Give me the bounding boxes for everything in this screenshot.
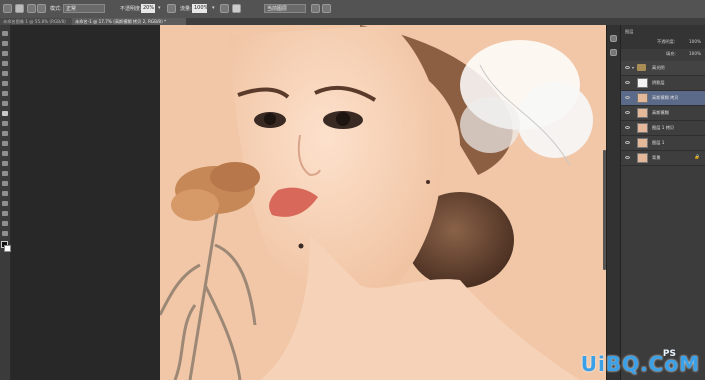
history-panel-icon[interactable]	[610, 35, 617, 42]
brush-tool-icon[interactable]	[2, 101, 8, 106]
path-select-tool-icon[interactable]	[2, 191, 8, 196]
gradient-tool-icon[interactable]	[2, 141, 8, 146]
opacity-chevron-icon[interactable]: ▾	[158, 4, 163, 13]
crop-tool-icon[interactable]	[2, 71, 8, 76]
layer-thumbnail	[637, 93, 648, 103]
mode-label: 模式:	[50, 6, 62, 12]
layer-opacity-label: 不透明度:	[657, 39, 676, 44]
healing-brush-tool-icon[interactable]	[2, 91, 8, 96]
visibility-eye-icon[interactable]	[625, 81, 630, 84]
layer-fill-label: 填充:	[666, 51, 676, 56]
brush-panel-icon[interactable]	[27, 4, 36, 13]
folder-icon	[637, 64, 646, 71]
visibility-eye-icon[interactable]	[625, 126, 630, 129]
shape-tool-icon[interactable]	[2, 201, 8, 206]
visibility-eye-icon[interactable]	[625, 141, 630, 144]
dodge-tool-icon[interactable]	[2, 161, 8, 166]
tab-document-1[interactable]: 未命名图像 1 @ 55.8% (RGB/8)	[0, 18, 76, 25]
layer-row-group[interactable]: ▾ 高光阴	[621, 61, 705, 76]
clone-stamp-tool-icon[interactable]	[2, 111, 8, 116]
type-tool-icon[interactable]	[2, 181, 8, 186]
visibility-eye-icon[interactable]	[625, 156, 630, 159]
blur-tool-icon[interactable]	[2, 151, 8, 156]
flow-label: 流量:	[180, 6, 192, 12]
brush-preset-icon[interactable]	[3, 4, 12, 13]
watermark-site-text: UiBQ.CoM	[580, 352, 700, 376]
layer-name: 背景	[652, 155, 661, 160]
pressure-size-icon[interactable]	[322, 4, 331, 13]
eyedropper-tool-icon[interactable]	[2, 81, 8, 86]
layer-row[interactable]: 图层 1 拷贝	[621, 121, 705, 136]
layer-thumbnail	[637, 123, 648, 133]
zoom-tool-icon[interactable]	[2, 221, 8, 226]
layer-thumbnail	[637, 153, 648, 163]
mode-select[interactable]: 正常	[63, 4, 105, 13]
brush-size-icon[interactable]	[15, 4, 24, 13]
lock-icon: 🔒	[694, 155, 700, 160]
history-brush-tool-icon[interactable]	[2, 121, 8, 126]
layer-opacity-value[interactable]: 100%	[689, 39, 701, 44]
layer-fill-value[interactable]: 100%	[689, 51, 701, 56]
layer-thumbnail	[637, 78, 648, 88]
marquee-tool-icon[interactable]	[2, 41, 8, 46]
layers-panel: 图层 不透明度: 100% 填充: 100% ▾ 高光阴 阴影层 高斯模糊 拷贝…	[620, 25, 705, 380]
lasso-tool-icon[interactable]	[2, 51, 8, 56]
site-watermark: PS UiBQ.CoM	[581, 340, 705, 380]
more-tools-icon[interactable]	[2, 231, 8, 236]
panel-icon-strip	[606, 25, 621, 380]
properties-panel-icon[interactable]	[610, 49, 617, 56]
opacity-field[interactable]: 20%	[141, 4, 155, 13]
tab-document-2[interactable]: 未命名-1 @ 17.7% (高斯模糊 拷贝 2, RGB/8) *	[72, 18, 186, 25]
opacity-label: 不透明度:	[120, 6, 142, 12]
layer-row-selected[interactable]: 高斯模糊 拷贝	[621, 91, 705, 106]
visibility-eye-icon[interactable]	[625, 96, 630, 99]
layer-thumbnail	[637, 138, 648, 148]
layer-name: 高斯模糊	[652, 110, 669, 115]
portrait-photo[interactable]	[160, 25, 608, 380]
ignore-adjustment-icon[interactable]	[311, 4, 320, 13]
layer-row[interactable]: 阴影层	[621, 76, 705, 91]
portrait-illustration	[160, 25, 608, 380]
aligned-checkbox-icon[interactable]	[232, 4, 241, 13]
layers-panel-title[interactable]: 图层	[625, 29, 633, 35]
airbrush-icon[interactable]	[220, 4, 229, 13]
pen-tool-icon[interactable]	[2, 171, 8, 176]
layer-row-background[interactable]: 背景 🔒	[621, 151, 705, 166]
layer-row[interactable]: 高斯模糊	[621, 106, 705, 121]
layer-row[interactable]: 图层 1	[621, 136, 705, 151]
hand-tool-icon[interactable]	[2, 211, 8, 216]
background-color-swatch[interactable]	[4, 245, 11, 252]
layer-thumbnail	[637, 108, 648, 118]
canvas-area[interactable]	[11, 25, 608, 380]
expand-caret-icon[interactable]: ▾	[632, 65, 634, 70]
layer-name: 阴影层	[652, 80, 665, 85]
eraser-tool-icon[interactable]	[2, 131, 8, 136]
flow-chevron-icon[interactable]: ▾	[212, 4, 217, 13]
quick-select-tool-icon[interactable]	[2, 61, 8, 66]
tools-panel	[0, 25, 11, 380]
layer-name: 图层 1 拷贝	[652, 125, 675, 130]
options-bar: 模式: 正常 不透明度: 20% ▾ 流量: 100% ▾ 当前图层	[0, 0, 705, 19]
clone-source-icon[interactable]	[37, 4, 46, 13]
layer-name: 图层 1	[652, 140, 665, 145]
move-tool-icon[interactable]	[2, 31, 8, 36]
pressure-opacity-icon[interactable]	[167, 4, 176, 13]
layer-name: 高斯模糊 拷贝	[652, 95, 679, 100]
flow-field[interactable]: 100%	[192, 4, 207, 13]
document-tab-bar: 未命名图像 1 @ 55.8% (RGB/8) 未命名-1 @ 17.7% (高…	[0, 18, 705, 25]
sample-select[interactable]: 当前图层	[264, 4, 306, 13]
visibility-eye-icon[interactable]	[625, 111, 630, 114]
layer-name: 高光阴	[652, 65, 665, 70]
visibility-eye-icon[interactable]	[625, 66, 630, 69]
